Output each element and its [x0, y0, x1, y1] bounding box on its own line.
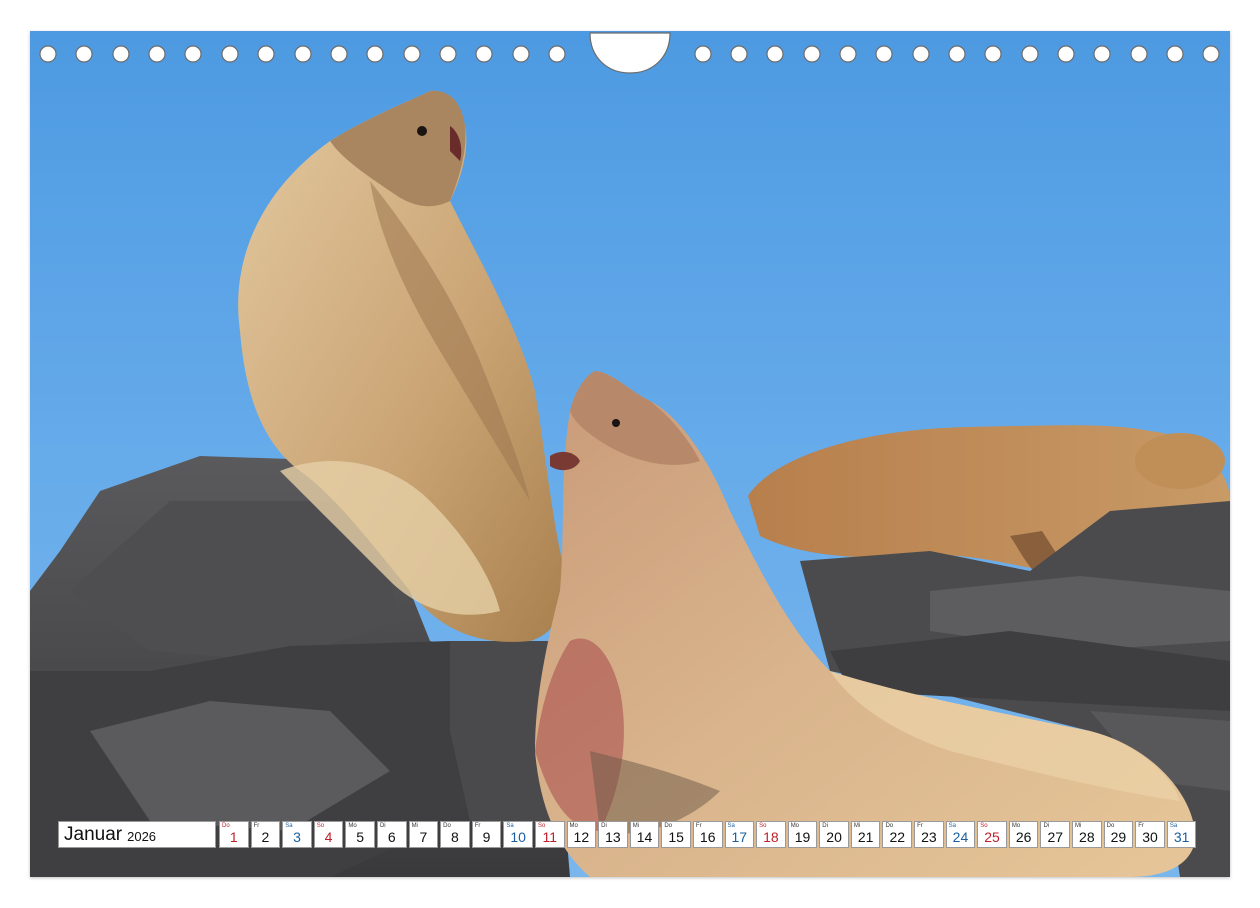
- day-number: 16: [699, 829, 716, 845]
- day-cell: Di 27: [1040, 821, 1071, 848]
- day-number: 10: [510, 829, 526, 845]
- day-cell: Do 1: [219, 821, 249, 848]
- day-cell: Sa 17: [724, 821, 755, 848]
- day-cell: Di 6: [376, 821, 407, 848]
- day-cell: Sa 3: [282, 821, 312, 848]
- day-cell: Do 8: [440, 821, 470, 848]
- day-cell: Mo 12: [566, 821, 597, 848]
- day-number: 17: [731, 829, 748, 845]
- day-cell: Di 20: [819, 821, 849, 848]
- day-number: 12: [573, 829, 590, 845]
- month-label-box: Januar 2026: [58, 821, 216, 848]
- day-cell: Mi 28: [1072, 821, 1102, 848]
- day-number: 15: [668, 829, 684, 845]
- calendar-strip: Januar 2026 Do 1 Fr 2 Sa 3 So 4 Mo 5 Di 6 Mi 7 Do 8 Fr 9 S…: [58, 821, 1197, 850]
- day-cell: Sa 24: [945, 821, 976, 848]
- day-cell: Mo 19: [787, 821, 818, 848]
- day-number: 20: [826, 829, 842, 845]
- day-number: 6: [387, 829, 396, 845]
- day-number: 18: [763, 829, 779, 845]
- sea-lions-photo: [30, 31, 1230, 877]
- day-number: 19: [794, 829, 811, 845]
- day-cell: Mi 14: [629, 821, 660, 848]
- day-number: 24: [952, 829, 969, 845]
- day-cell: Sa 10: [503, 821, 533, 848]
- day-cell: Mi 21: [850, 821, 881, 848]
- day-number: 11: [542, 829, 557, 845]
- day-number: 1: [229, 829, 238, 845]
- day-number: 30: [1142, 829, 1158, 845]
- day-cell: Di 13: [598, 821, 628, 848]
- day-cell: Do 15: [661, 821, 691, 848]
- photo-illustration: [30, 31, 1230, 877]
- day-cell: Mo 26: [1008, 821, 1039, 848]
- day-number: 21: [857, 829, 874, 845]
- day-number: 23: [921, 829, 937, 845]
- day-cell: Fr 9: [471, 821, 502, 848]
- day-cell: So 11: [534, 821, 565, 848]
- day-cells: Do 1 Fr 2 Sa 3 So 4 Mo 5 Di 6 Mi 7 Do 8 Fr 9 Sa 10 So 11 Mo 12 D…: [219, 821, 1197, 850]
- day-number: 27: [1047, 829, 1064, 845]
- day-number: 3: [293, 829, 301, 845]
- day-cell: Do 22: [882, 821, 913, 848]
- day-cell: Fr 30: [1135, 821, 1165, 848]
- day-cell: Mi 7: [408, 821, 439, 848]
- day-number: 5: [356, 829, 365, 845]
- day-number: 13: [605, 829, 621, 845]
- day-number: 28: [1079, 829, 1095, 845]
- month-name: Januar: [64, 823, 123, 845]
- day-cell: So 25: [977, 821, 1007, 848]
- day-cell: Sa 31: [1166, 821, 1197, 848]
- day-number: 7: [419, 829, 428, 845]
- day-number: 2: [261, 829, 270, 845]
- day-number: 22: [889, 829, 906, 845]
- day-cell: Fr 2: [250, 821, 281, 848]
- day-cell: Mo 5: [345, 821, 375, 848]
- day-number: 31: [1173, 829, 1190, 845]
- calendar-page: Januar 2026 Do 1 Fr 2 Sa 3 So 4 Mo 5 Di 6 Mi 7 Do 8 Fr 9 S…: [0, 0, 1260, 908]
- day-number: 4: [324, 829, 333, 845]
- day-cell: So 18: [756, 821, 786, 848]
- day-number: 29: [1110, 829, 1127, 845]
- day-cell: Fr 16: [692, 821, 723, 848]
- day-cell: So 4: [313, 821, 344, 848]
- day-number: 9: [482, 829, 491, 845]
- day-number: 14: [636, 829, 653, 845]
- day-number: 26: [1015, 829, 1032, 845]
- day-cell: Fr 23: [914, 821, 944, 848]
- month-year: 2026: [127, 828, 157, 844]
- day-number: 25: [984, 829, 1000, 845]
- day-number: 8: [451, 829, 459, 845]
- day-cell: Do 29: [1103, 821, 1134, 848]
